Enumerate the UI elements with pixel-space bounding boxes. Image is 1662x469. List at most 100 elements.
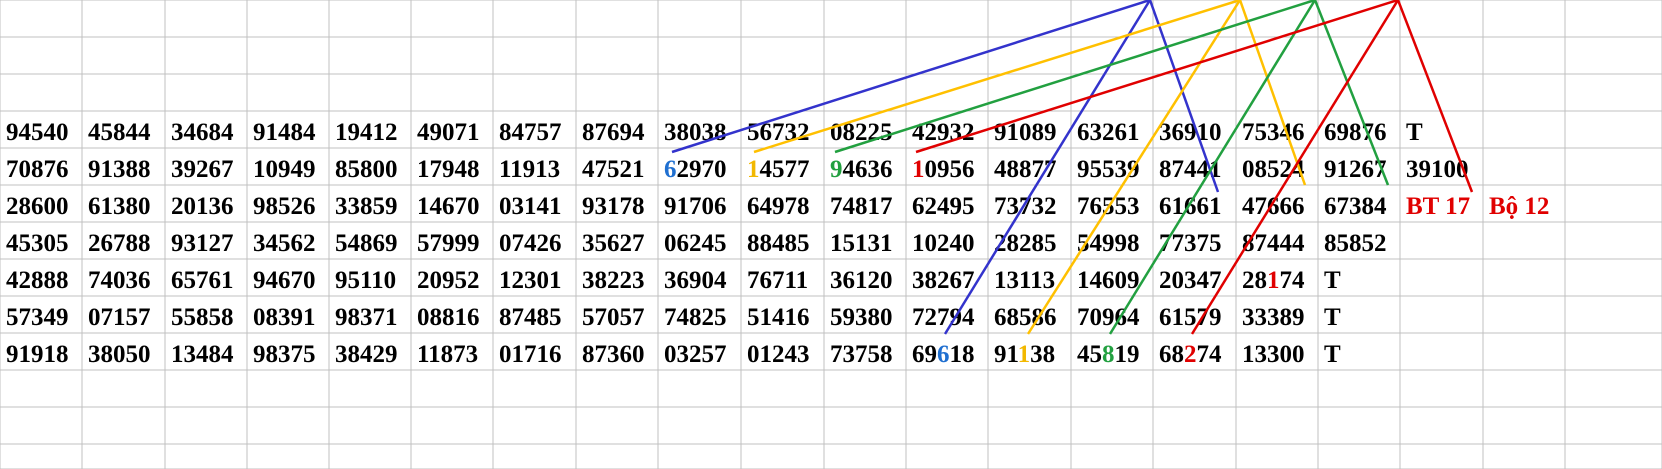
cell-value[interactable]: 84757 <box>499 119 562 146</box>
cell-value[interactable]: 08391 <box>253 304 316 331</box>
cell-value[interactable]: Bộ 12 <box>1489 193 1549 220</box>
cell-value[interactable]: 45305 <box>6 230 69 257</box>
cell-value[interactable]: 59380 <box>830 304 893 331</box>
cell-value[interactable]: 10240 <box>912 230 975 257</box>
cell-value[interactable]: 74825 <box>664 304 727 331</box>
cell-value[interactable]: 38429 <box>335 341 398 368</box>
cell-value[interactable]: 47666 <box>1242 193 1305 220</box>
cell-value[interactable]: 56732 <box>747 119 810 146</box>
cell-value[interactable]: T <box>1324 304 1341 331</box>
cell-value[interactable]: 17948 <box>417 156 480 183</box>
cell-value[interactable]: 61380 <box>88 193 151 220</box>
cell-value[interactable]: 77375 <box>1159 230 1222 257</box>
cell-value[interactable]: 73758 <box>830 341 893 368</box>
cell-value[interactable]: 94670 <box>253 267 316 294</box>
cell-value[interactable]: 62495 <box>912 193 975 220</box>
cell-value[interactable]: 88485 <box>747 230 810 257</box>
cell-value[interactable]: 54869 <box>335 230 398 257</box>
cell-value[interactable]: 20952 <box>417 267 480 294</box>
cell-value[interactable]: 61661 <box>1159 193 1222 220</box>
cell-value[interactable]: 28174 <box>1242 267 1305 294</box>
cell-value[interactable]: 07157 <box>88 304 151 331</box>
cell-value[interactable]: 91918 <box>6 341 69 368</box>
cell-value[interactable]: 98526 <box>253 193 316 220</box>
cell-value[interactable]: 03257 <box>664 341 727 368</box>
cell-value[interactable]: 38050 <box>88 341 151 368</box>
cell-value[interactable]: 45819 <box>1077 341 1140 368</box>
cell-value[interactable]: 98371 <box>335 304 398 331</box>
cell-value[interactable]: 74036 <box>88 267 151 294</box>
cell-value[interactable]: 93178 <box>582 193 645 220</box>
cell-value[interactable]: 20347 <box>1159 267 1222 294</box>
cell-value[interactable]: 70876 <box>6 156 69 183</box>
cell-value[interactable]: 72794 <box>912 304 975 331</box>
cell-value[interactable]: 69876 <box>1324 119 1387 146</box>
cell-value[interactable]: 85800 <box>335 156 398 183</box>
cell-value[interactable]: 11913 <box>499 156 560 183</box>
cell-value[interactable]: 20136 <box>171 193 234 220</box>
cell-value[interactable]: 55858 <box>171 304 234 331</box>
cell-value[interactable]: 01716 <box>499 341 562 368</box>
cell-value[interactable]: 85852 <box>1324 230 1387 257</box>
cell-value[interactable]: 75346 <box>1242 119 1305 146</box>
cell-value[interactable]: 34562 <box>253 230 316 257</box>
cell-value[interactable]: 42888 <box>6 267 69 294</box>
cell-value[interactable]: 33389 <box>1242 304 1305 331</box>
cell-value[interactable]: 87485 <box>499 304 562 331</box>
cell-value[interactable]: 15131 <box>830 230 893 257</box>
cell-value[interactable]: 13484 <box>171 341 234 368</box>
cell-value[interactable]: 47521 <box>582 156 645 183</box>
cell-value[interactable]: 14609 <box>1077 267 1140 294</box>
cell-value[interactable]: 13113 <box>994 267 1055 294</box>
cell-value[interactable]: 38038 <box>664 119 727 146</box>
cell-value[interactable]: 26788 <box>88 230 151 257</box>
cell-value[interactable]: 87360 <box>582 341 645 368</box>
cell-value[interactable]: 94636 <box>830 156 893 183</box>
cell-value[interactable]: 57349 <box>6 304 69 331</box>
cell-value[interactable]: 06245 <box>664 230 727 257</box>
cell-value[interactable]: 28600 <box>6 193 69 220</box>
cell-value[interactable]: 57999 <box>417 230 480 257</box>
cell-value[interactable]: 51416 <box>747 304 810 331</box>
cell-value[interactable]: 13300 <box>1242 341 1305 368</box>
cell-value[interactable]: 87444 <box>1242 230 1305 257</box>
cell-value[interactable]: 42932 <box>912 119 975 146</box>
cell-value[interactable]: 49071 <box>417 119 480 146</box>
cell-value[interactable]: 74817 <box>830 193 893 220</box>
cell-value[interactable]: 91706 <box>664 193 727 220</box>
cell-value[interactable]: T <box>1406 119 1423 146</box>
cell-value[interactable]: 68274 <box>1159 341 1222 368</box>
cell-value[interactable]: 76711 <box>747 267 808 294</box>
cell-value[interactable]: 14670 <box>417 193 480 220</box>
cell-value[interactable]: 12301 <box>499 267 562 294</box>
cell-value[interactable]: 39267 <box>171 156 234 183</box>
cell-value[interactable]: 36904 <box>664 267 727 294</box>
spreadsheet-grid[interactable]: 94540 45844 34684 91484 19412 49071 84757 87694… <box>0 0 1662 469</box>
cell-value[interactable]: 35627 <box>582 230 645 257</box>
cell-value[interactable]: 93127 <box>171 230 234 257</box>
cell-value[interactable]: T <box>1324 341 1341 368</box>
cell-value[interactable]: 11873 <box>417 341 478 368</box>
cell-value[interactable]: 38223 <box>582 267 645 294</box>
cell-value[interactable]: 95539 <box>1077 156 1140 183</box>
cell-value[interactable]: 87694 <box>582 119 645 146</box>
cell-value[interactable]: 08225 <box>830 119 893 146</box>
cell-value[interactable]: 91484 <box>253 119 316 146</box>
cell-value[interactable]: 10956 <box>912 156 975 183</box>
cell-value[interactable]: 68586 <box>994 304 1057 331</box>
cell-value[interactable]: 10949 <box>253 156 316 183</box>
cell-value[interactable]: 38267 <box>912 267 975 294</box>
cell-value[interactable]: 45844 <box>88 119 151 146</box>
cell-value[interactable]: 63261 <box>1077 119 1140 146</box>
cell-value[interactable]: 70964 <box>1077 304 1140 331</box>
cell-value[interactable]: 95110 <box>335 267 396 294</box>
cell-value[interactable]: 91388 <box>88 156 151 183</box>
cell-value[interactable]: 94540 <box>6 119 69 146</box>
cell-value[interactable]: 08816 <box>417 304 480 331</box>
cell-value[interactable]: 07426 <box>499 230 562 257</box>
cell-value[interactable]: 91138 <box>994 341 1055 368</box>
cell-value[interactable]: 36120 <box>830 267 893 294</box>
cell-value[interactable]: 57057 <box>582 304 645 331</box>
cell-value[interactable]: 03141 <box>499 193 562 220</box>
cell-value[interactable]: 33859 <box>335 193 398 220</box>
